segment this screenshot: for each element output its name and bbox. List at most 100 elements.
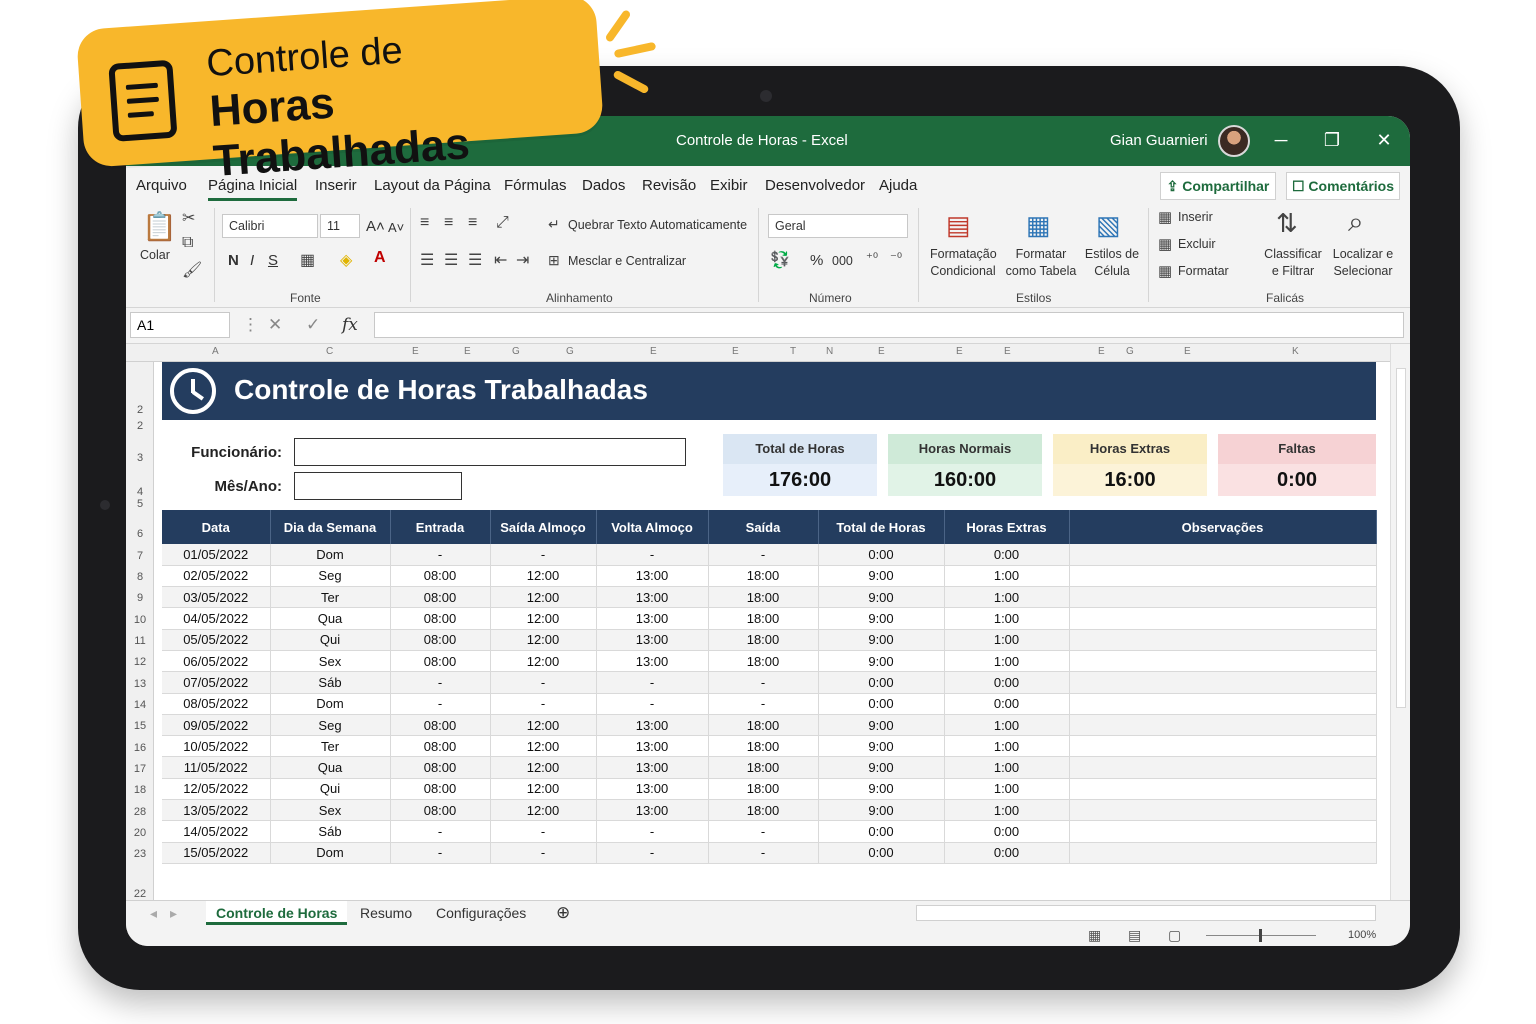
add-sheet-button[interactable]: ⊕ [546, 901, 580, 925]
menu-dados[interactable]: Dados [582, 177, 625, 194]
table-cell[interactable]: 18:00 [708, 565, 819, 588]
table-cell[interactable]: 9:00 [818, 629, 945, 651]
grow-font-button[interactable]: A˄ [366, 218, 385, 235]
italic-button[interactable]: I [250, 252, 254, 269]
underline-button[interactable]: S [268, 252, 278, 269]
table-cell[interactable]: 18:00 [708, 607, 819, 630]
menu-formulas[interactable]: Fórmulas [504, 177, 567, 194]
row-header[interactable]: 16 [126, 742, 154, 754]
table-cell[interactable]: 12:00 [490, 650, 597, 673]
table-cell[interactable] [1069, 842, 1377, 864]
column-header[interactable]: E [1004, 346, 1011, 357]
table-cell[interactable]: Sáb [270, 820, 391, 843]
table-cell[interactable]: 1:00 [944, 586, 1070, 609]
fill-color-icon[interactable]: ◈ [340, 250, 352, 270]
table-cell[interactable]: 08:00 [390, 735, 491, 758]
table-cell[interactable]: - [596, 693, 709, 715]
row-header[interactable]: 14 [126, 699, 154, 711]
menu-arquivo[interactable]: Arquivo [136, 177, 187, 194]
month-field[interactable] [294, 472, 462, 500]
table-cell[interactable]: - [708, 544, 819, 566]
table-cell[interactable] [1069, 671, 1377, 694]
cell-styles-button[interactable]: Estilos de Célula [1084, 246, 1140, 280]
copy-icon[interactable]: ⧉ [182, 234, 193, 252]
table-cell[interactable]: - [490, 671, 597, 694]
table-cell[interactable]: - [708, 671, 819, 694]
column-title[interactable]: Entrada [390, 510, 491, 544]
column-header[interactable]: C [326, 346, 333, 357]
table-cell[interactable]: 08:00 [390, 586, 491, 609]
align-right-icon[interactable]: ☰ [468, 250, 482, 270]
column-title[interactable]: Data [162, 510, 271, 544]
table-cell[interactable]: 0:00 [944, 842, 1070, 864]
font-size-select[interactable]: 11 [320, 214, 360, 238]
table-cell[interactable] [1069, 820, 1377, 843]
row-header[interactable]: 3 [126, 452, 154, 464]
column-header[interactable]: E [1184, 346, 1191, 357]
table-cell[interactable]: 18:00 [708, 799, 819, 822]
table-cell[interactable]: Sáb [270, 671, 391, 694]
table-cell[interactable]: - [390, 693, 491, 715]
vertical-scrollbar[interactable] [1390, 344, 1410, 910]
column-header[interactable]: G [566, 346, 574, 357]
table-cell[interactable]: 12:00 [490, 778, 597, 801]
search-icon[interactable]: ⌕ [1348, 206, 1364, 239]
table-cell[interactable]: 12:00 [490, 629, 597, 651]
table-cell[interactable]: 9:00 [818, 565, 945, 588]
close-button[interactable]: ✕ [1372, 128, 1396, 152]
table-cell[interactable]: - [596, 544, 709, 566]
thousands-button[interactable]: 000 [832, 254, 853, 268]
column-header[interactable]: E [650, 346, 657, 357]
restore-button[interactable]: ❐ [1320, 128, 1344, 152]
table-cell[interactable]: 1:00 [944, 735, 1070, 758]
table-cell[interactable]: 13:00 [596, 714, 709, 737]
column-title[interactable]: Total de Horas [818, 510, 945, 544]
row-header[interactable]: 5 [126, 498, 154, 510]
table-cell[interactable]: 04/05/2022 [162, 607, 271, 630]
table-cell[interactable]: 1:00 [944, 565, 1070, 588]
table-cell[interactable]: - [596, 842, 709, 864]
table-cell[interactable]: - [490, 693, 597, 715]
table-cell[interactable] [1069, 629, 1377, 651]
table-cell[interactable]: Sex [270, 799, 391, 822]
align-left-icon[interactable]: ☰ [420, 250, 434, 270]
table-cell[interactable]: 9:00 [818, 778, 945, 801]
cell-styles-icon[interactable]: ▧ [1096, 210, 1121, 241]
menu-ajuda[interactable]: Ajuda [879, 177, 917, 194]
table-cell[interactable]: - [390, 671, 491, 694]
table-cell[interactable]: 08:00 [390, 650, 491, 673]
find-select-button[interactable]: Localizar e Selecionar [1328, 246, 1398, 280]
name-box[interactable]: A1 [130, 312, 230, 338]
sort-filter-icon[interactable]: ⇅ [1276, 208, 1298, 239]
row-header[interactable]: 7 [126, 550, 154, 562]
table-cell[interactable]: 9:00 [818, 650, 945, 673]
row-header[interactable]: 20 [126, 827, 154, 839]
table-cell[interactable]: - [490, 820, 597, 843]
menu-layout[interactable]: Layout da Página [374, 177, 491, 194]
table-cell[interactable]: 12:00 [490, 714, 597, 737]
table-cell[interactable]: 18:00 [708, 756, 819, 779]
enter-icon[interactable]: ✓ [306, 315, 320, 335]
table-cell[interactable]: 0:00 [818, 842, 945, 864]
row-header[interactable]: 2 [126, 404, 154, 416]
minimize-button[interactable]: ─ [1269, 128, 1293, 152]
delete-cells-icon[interactable]: ▦ [1158, 235, 1172, 253]
format-cells-button[interactable]: Formatar [1178, 264, 1229, 278]
increase-decimal-icon[interactable]: ⁺⁰ [866, 250, 878, 266]
merge-icon[interactable]: ⊞ [548, 252, 560, 269]
shrink-font-button[interactable]: A˅ [388, 220, 404, 235]
table-cell[interactable]: 1:00 [944, 629, 1070, 651]
increase-indent-icon[interactable]: ⇥ [516, 250, 529, 270]
column-header[interactable]: A [212, 346, 219, 357]
share-button[interactable]: ⇪ Compartilhar [1160, 172, 1276, 200]
font-color-icon[interactable]: A [374, 249, 386, 267]
table-cell[interactable]: 08:00 [390, 607, 491, 630]
employee-field[interactable] [294, 438, 686, 466]
insert-cells-button[interactable]: Inserir [1178, 210, 1213, 224]
align-center-icon[interactable]: ☰ [444, 250, 458, 270]
column-header[interactable]: N [826, 346, 833, 357]
table-cell[interactable]: Seg [270, 565, 391, 588]
table-cell[interactable]: 13:00 [596, 756, 709, 779]
row-header[interactable]: 18 [126, 784, 154, 796]
column-header[interactable]: G [512, 346, 520, 357]
